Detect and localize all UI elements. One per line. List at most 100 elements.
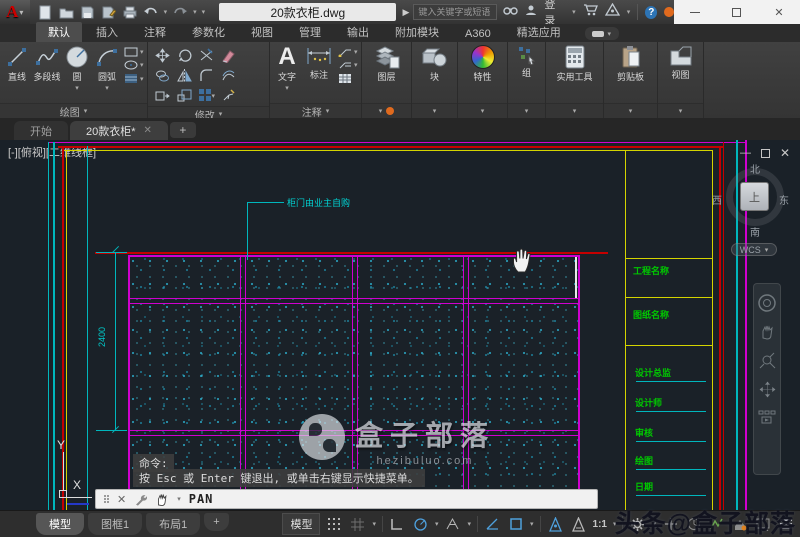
leader-line[interactable] bbox=[247, 202, 284, 203]
customize-wrench-icon[interactable] bbox=[134, 493, 148, 506]
utilities-panel-label[interactable]: ▾ bbox=[546, 103, 603, 118]
insert-block-button[interactable]: 块 bbox=[415, 45, 455, 83]
dimension-button[interactable]: 标注 bbox=[302, 45, 336, 81]
multileader-tool-icon[interactable]: ▾ bbox=[338, 60, 358, 70]
rotate-icon[interactable] bbox=[176, 47, 193, 64]
group-button[interactable]: 组 bbox=[510, 45, 543, 79]
explode-icon[interactable] bbox=[220, 87, 237, 104]
annotation-autoscale-icon[interactable] bbox=[570, 516, 587, 533]
open-folder-icon[interactable] bbox=[59, 4, 75, 20]
print-icon[interactable] bbox=[122, 4, 138, 20]
ribbon-tab-view[interactable]: 视图 bbox=[239, 22, 285, 42]
drawing-canvas[interactable]: [-][俯视][二维线框] 工程名称 图纸名称 设计总监 设计师 审核 绘图 日… bbox=[0, 140, 800, 510]
fillet-icon[interactable] bbox=[198, 67, 215, 84]
layout-tab-model[interactable]: 模型 bbox=[36, 513, 84, 535]
osnap-dropdown-icon[interactable]: ▾ bbox=[530, 520, 534, 528]
ribbon-tab-annotate[interactable]: 注释 bbox=[132, 22, 178, 42]
annotation-scale-value[interactable]: 1:1 bbox=[593, 519, 607, 530]
a360-dropdown-icon[interactable]: ▾ bbox=[627, 8, 631, 16]
close-tab-icon[interactable]: ✕ bbox=[144, 125, 152, 136]
leader-text[interactable]: 柜门由业主自购 bbox=[287, 196, 350, 209]
wardrobe-divider[interactable] bbox=[352, 255, 353, 505]
array-icon[interactable]: ▾ bbox=[198, 87, 215, 104]
layout-tab-layout1[interactable]: 布局1 bbox=[146, 513, 201, 535]
erase-icon[interactable] bbox=[220, 47, 237, 64]
viewcube-east-label[interactable]: 东 bbox=[779, 192, 789, 207]
layers-panel-label[interactable]: ▾ bbox=[362, 103, 411, 118]
copy-icon[interactable] bbox=[154, 67, 171, 84]
leader-line[interactable] bbox=[247, 202, 248, 260]
maximize-button[interactable] bbox=[724, 4, 750, 20]
wardrobe-divider[interactable] bbox=[357, 255, 358, 505]
circle-button[interactable]: 圆 ▾ bbox=[62, 45, 92, 92]
view-panel-label[interactable]: ▾ bbox=[658, 103, 703, 118]
ribbon-collapse-button[interactable]: ▾ bbox=[584, 27, 619, 40]
rectangle-tool-icon[interactable]: ▾ bbox=[124, 47, 144, 57]
utilities-button[interactable]: 实用工具 bbox=[548, 45, 601, 83]
showmotion-icon[interactable] bbox=[758, 410, 776, 424]
viewcube-west-label[interactable]: 西 bbox=[712, 192, 722, 207]
save-icon[interactable] bbox=[80, 4, 96, 20]
properties-button[interactable]: 特性 bbox=[461, 45, 505, 83]
file-tab-drawing[interactable]: 20款衣柜* ✕ bbox=[70, 121, 168, 140]
cart-icon[interactable] bbox=[583, 3, 598, 21]
new-tab-button[interactable]: + bbox=[169, 122, 196, 138]
trim-icon[interactable] bbox=[198, 47, 215, 64]
layout-tab-frame1[interactable]: 图框1 bbox=[88, 513, 143, 535]
wardrobe-divider[interactable] bbox=[463, 255, 464, 505]
undo-icon[interactable] bbox=[143, 4, 159, 20]
viewport-minimize-icon[interactable]: — bbox=[740, 147, 751, 159]
viewport-close-icon[interactable]: ✕ bbox=[780, 146, 790, 160]
ribbon-tab-home[interactable]: 默认 bbox=[36, 22, 82, 42]
groups-panel-label[interactable]: ▾ bbox=[508, 103, 545, 118]
orbit-icon[interactable] bbox=[759, 381, 776, 398]
arc-button[interactable]: 圆弧 ▾ bbox=[92, 45, 122, 92]
wcs-dropdown[interactable]: WCS ▾ bbox=[731, 243, 777, 256]
wardrobe-divider[interactable] bbox=[245, 255, 246, 505]
viewcube-north-label[interactable]: 北 bbox=[750, 161, 760, 176]
file-tab-start[interactable]: 开始 bbox=[14, 121, 68, 140]
search-input[interactable] bbox=[413, 4, 498, 20]
hatch-tool-icon[interactable]: ▾ bbox=[124, 73, 144, 84]
osnap-tracking-icon[interactable] bbox=[484, 516, 501, 533]
redo-dropdown-icon[interactable]: ▾ bbox=[193, 8, 197, 16]
save-as-icon[interactable] bbox=[101, 4, 117, 20]
polar-dropdown-icon[interactable]: ▾ bbox=[435, 520, 439, 528]
command-drag-handle[interactable] bbox=[104, 495, 109, 503]
ortho-mode-icon[interactable] bbox=[389, 516, 406, 533]
new-layout-button[interactable]: + bbox=[204, 513, 229, 531]
offset-icon[interactable] bbox=[220, 67, 237, 84]
wardrobe-shelf-line[interactable] bbox=[128, 303, 580, 304]
polar-tracking-icon[interactable] bbox=[412, 516, 429, 533]
leader-tool-icon[interactable]: ▾ bbox=[338, 47, 358, 57]
draw-panel-label[interactable]: 绘图 ▾ bbox=[0, 103, 147, 119]
ribbon-tab-addins[interactable]: 附加模块 bbox=[383, 22, 451, 42]
dimension-text[interactable]: 2400 bbox=[97, 327, 107, 347]
minimize-button[interactable] bbox=[682, 4, 708, 20]
close-button[interactable]: ✕ bbox=[766, 4, 792, 20]
block-panel-label[interactable]: ▾ bbox=[412, 103, 457, 118]
move-icon[interactable] bbox=[154, 47, 171, 64]
view-button[interactable]: 视图 bbox=[660, 45, 701, 81]
zoom-icon[interactable] bbox=[759, 352, 776, 369]
object-snap-icon[interactable] bbox=[507, 516, 524, 533]
isodraft-dropdown-icon[interactable]: ▾ bbox=[467, 520, 471, 528]
user-icon[interactable] bbox=[525, 3, 537, 21]
ribbon-tab-insert[interactable]: 插入 bbox=[84, 22, 130, 42]
doc-arrow-icon[interactable]: ▶ bbox=[402, 7, 409, 18]
help-icon[interactable]: ? bbox=[645, 5, 658, 19]
ribbon-tab-a360[interactable]: A360 bbox=[453, 26, 503, 42]
ribbon-tab-featured-apps[interactable]: 精选应用 bbox=[505, 22, 573, 42]
command-close-icon[interactable]: ✕ bbox=[117, 493, 126, 506]
pan-hand-icon[interactable] bbox=[759, 324, 775, 340]
viewcube[interactable]: 上 bbox=[740, 182, 769, 211]
dimension-line[interactable] bbox=[115, 252, 116, 430]
text-button[interactable]: A 文字 ▾ bbox=[272, 45, 302, 93]
signin-dropdown-icon[interactable]: ▾ bbox=[572, 8, 576, 16]
grid-display-icon[interactable] bbox=[349, 516, 366, 533]
redo-icon[interactable] bbox=[172, 4, 188, 20]
a360-icon[interactable] bbox=[604, 2, 620, 21]
isodraft-icon[interactable] bbox=[444, 516, 461, 533]
app-menu-button[interactable]: A ▾ bbox=[0, 0, 30, 24]
pan-command-icon[interactable] bbox=[155, 492, 169, 507]
